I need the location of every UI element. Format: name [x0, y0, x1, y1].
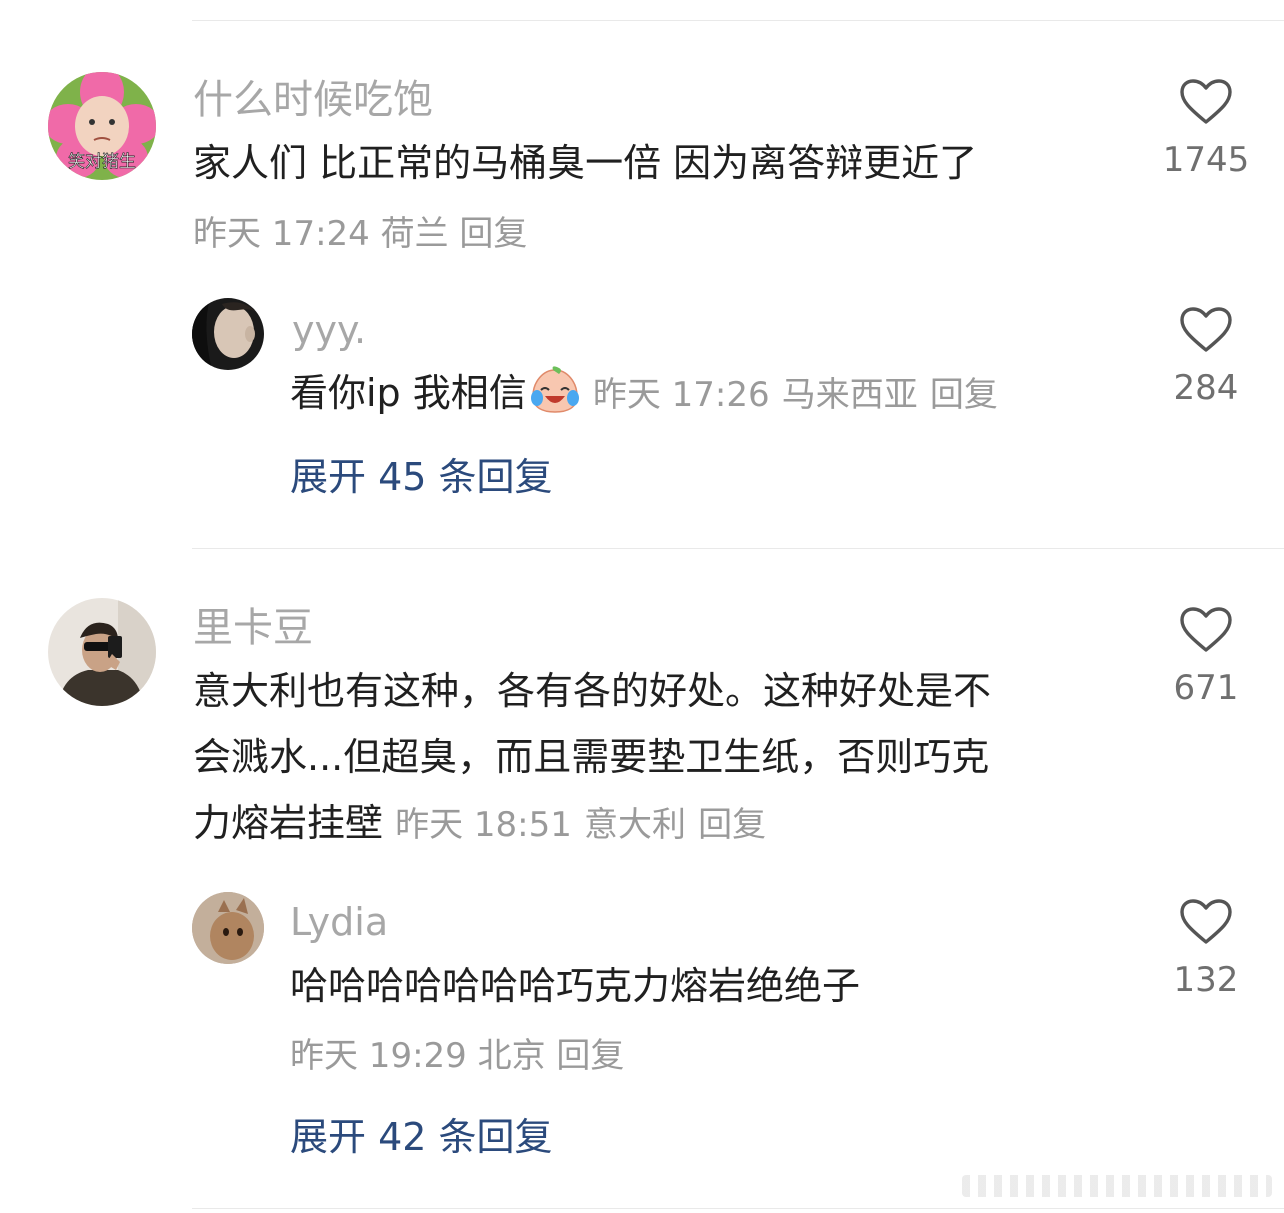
like-count: 284: [1173, 368, 1239, 408]
comment-meta: 昨天 17:24 荷兰 回复: [193, 212, 527, 256]
like-count: 132: [1173, 960, 1239, 1000]
reply-location: 北京: [477, 1036, 546, 1076]
crying-laughing-face-icon: [530, 366, 579, 413]
reply-text: 看你ip 我相信: [290, 371, 527, 415]
like-count: 1745: [1162, 140, 1250, 180]
username[interactable]: yyy.: [292, 306, 366, 354]
avatar[interactable]: [48, 598, 156, 706]
username[interactable]: Lydia: [290, 898, 388, 946]
heart-icon: [1180, 307, 1232, 352]
avatar[interactable]: [192, 892, 264, 964]
comment-text: 意大利也有这种，各有各的好处。这种好处是不 会溅水...但超臭，而且需要垫卫生纸…: [193, 658, 1113, 858]
reply-location: 马来西亚: [781, 375, 918, 415]
top-divider: [192, 20, 1284, 21]
comment-text-line: 意大利也有这种，各有各的好处。这种好处是不: [193, 669, 992, 713]
like-button[interactable]: 1745: [1151, 78, 1261, 180]
reply-button[interactable]: 回复: [930, 375, 998, 415]
reply-time: 昨天 19:29: [290, 1036, 467, 1076]
username[interactable]: 里卡豆: [193, 604, 313, 652]
comment-text: 家人们 比正常的马桶臭一倍 因为离答辩更近了: [193, 141, 978, 185]
like-button[interactable]: 671: [1151, 606, 1261, 708]
comment-location: 意大利: [584, 805, 686, 845]
username[interactable]: 什么时候吃饱: [193, 76, 433, 124]
comment-time: 昨天 17:24: [193, 214, 370, 254]
bottom-divider: [192, 1208, 1284, 1209]
avatar[interactable]: [192, 298, 264, 370]
avatar[interactable]: 笑对猪生: [48, 72, 156, 180]
reply-button[interactable]: 回复: [459, 214, 527, 254]
comment-text-line: 力熔岩挂壁: [193, 801, 384, 845]
comment-text-line-with-meta: 力熔岩挂壁 昨天 18:51 意大利 回复: [193, 790, 1113, 858]
heart-icon: [1180, 899, 1232, 944]
comment-location: 荷兰: [380, 214, 449, 254]
reply-meta: 昨天 19:29 北京 回复: [290, 1034, 624, 1078]
heart-icon: [1180, 79, 1232, 124]
comment-time: 昨天 18:51: [395, 805, 572, 845]
heart-icon: [1180, 607, 1232, 652]
comment-divider: [192, 548, 1284, 549]
like-count: 671: [1173, 668, 1239, 708]
expand-replies-button[interactable]: 展开 45 条回复: [290, 453, 553, 501]
reply-text-line: 看你ip 我相信 昨天 17:26 马来西亚 回复: [290, 360, 998, 428]
reply-button[interactable]: 回复: [556, 1036, 624, 1076]
expand-replies-button[interactable]: 展开 42 条回复: [290, 1113, 553, 1161]
like-button[interactable]: 284: [1151, 306, 1261, 408]
avatar-caption: 笑对猪生: [68, 152, 136, 172]
like-button[interactable]: 132: [1151, 898, 1261, 1000]
comment-text-line: 会溅水...但超臭，而且需要垫卫生纸，否则巧克: [193, 735, 990, 779]
reply-time: 昨天 17:26: [592, 375, 770, 415]
reply-text: 哈哈哈哈哈哈哈巧克力熔岩绝绝子: [290, 964, 861, 1008]
reply-button[interactable]: 回复: [698, 805, 766, 845]
watermark: [962, 1175, 1272, 1197]
